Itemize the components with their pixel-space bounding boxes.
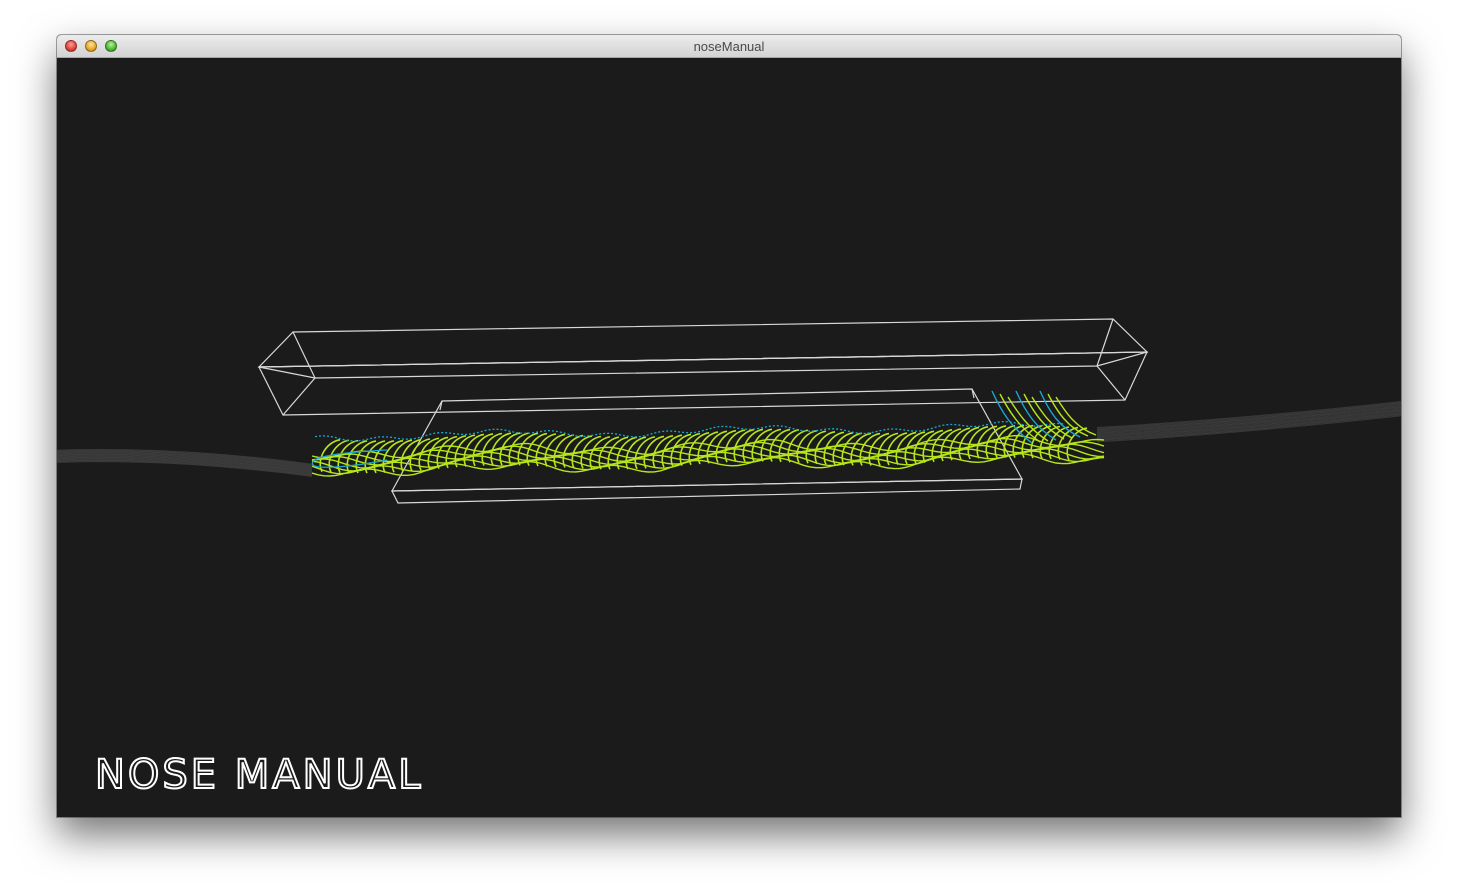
logo-text: nose manual xyxy=(94,751,424,799)
scene-svg xyxy=(57,318,1401,504)
render-canvas[interactable]: nose manual xyxy=(57,58,1401,817)
window-title: noseManual xyxy=(693,39,765,54)
title-bar[interactable]: noseManual xyxy=(57,35,1401,58)
lower-wireframe-box xyxy=(390,388,1024,504)
strand-lines xyxy=(311,390,1105,477)
upper-wireframe-box xyxy=(257,318,1149,416)
app-window: noseManual nose manual xyxy=(57,35,1401,817)
